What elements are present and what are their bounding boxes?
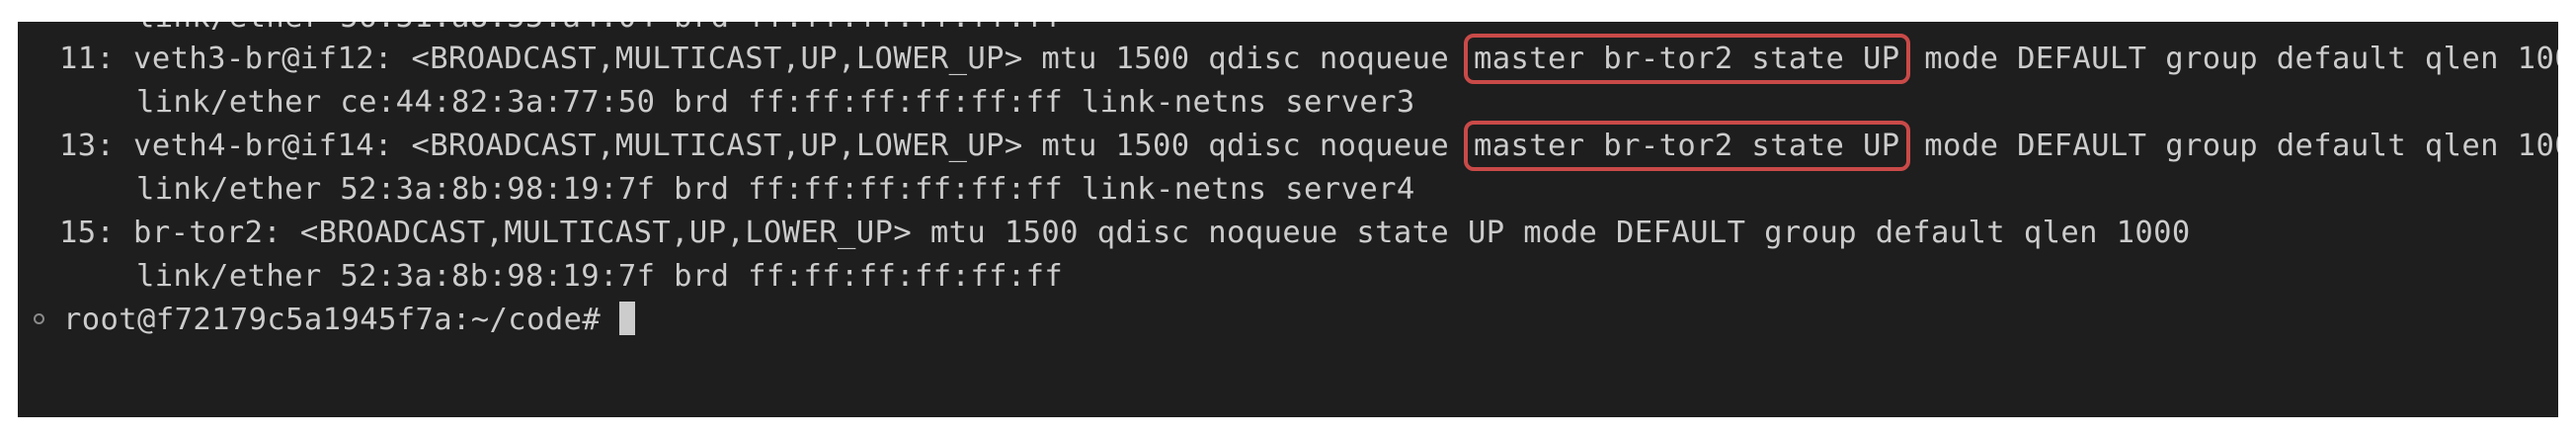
line-text: 11: veth3-br@if12: <BROADCAST,MULTICAST,… bbox=[59, 42, 1468, 76]
highlight-box: master br-tor2 state UP bbox=[1463, 121, 1910, 171]
terminal-line-veth3-ether: link/ether ce:44:82:3a:77:50 brd ff:ff:f… bbox=[136, 85, 1415, 120]
terminal-line-veth3: 11: veth3-br@if12: <BROADCAST,MULTICAST,… bbox=[59, 34, 2558, 84]
line-text: mode DEFAULT group default qlen 1000 bbox=[1905, 129, 2558, 163]
terminal-line-br-tor2: 15: br-tor2: <BROADCAST,MULTICAST,UP,LOW… bbox=[59, 216, 2191, 250]
terminal-line-br-tor2-ether: link/ether 52:3a:8b:98:19:7f brd ff:ff:f… bbox=[136, 259, 1064, 294]
terminal-line-veth4-ether: link/ether 52:3a:8b:98:19:7f brd ff:ff:f… bbox=[136, 172, 1415, 207]
command-decoration-icon[interactable] bbox=[34, 313, 44, 324]
terminal-line-veth4: 13: veth4-br@if14: <BROADCAST,MULTICAST,… bbox=[59, 121, 2558, 171]
terminal-prompt[interactable]: root@f72179c5a1945f7a:~/code# bbox=[63, 299, 635, 342]
cursor bbox=[618, 302, 635, 335]
line-text: mode DEFAULT group default qlen 1000 bbox=[1905, 42, 2558, 76]
highlight-box: master br-tor2 state UP bbox=[1463, 34, 1910, 84]
terminal-panel[interactable]: link/ether 56:51:a8:55:a4:04 brd ff:ff:f… bbox=[18, 22, 2558, 417]
prompt-text: root@f72179c5a1945f7a:~/code# bbox=[63, 303, 619, 337]
line-text: 13: veth4-br@if14: <BROADCAST,MULTICAST,… bbox=[59, 129, 1468, 163]
